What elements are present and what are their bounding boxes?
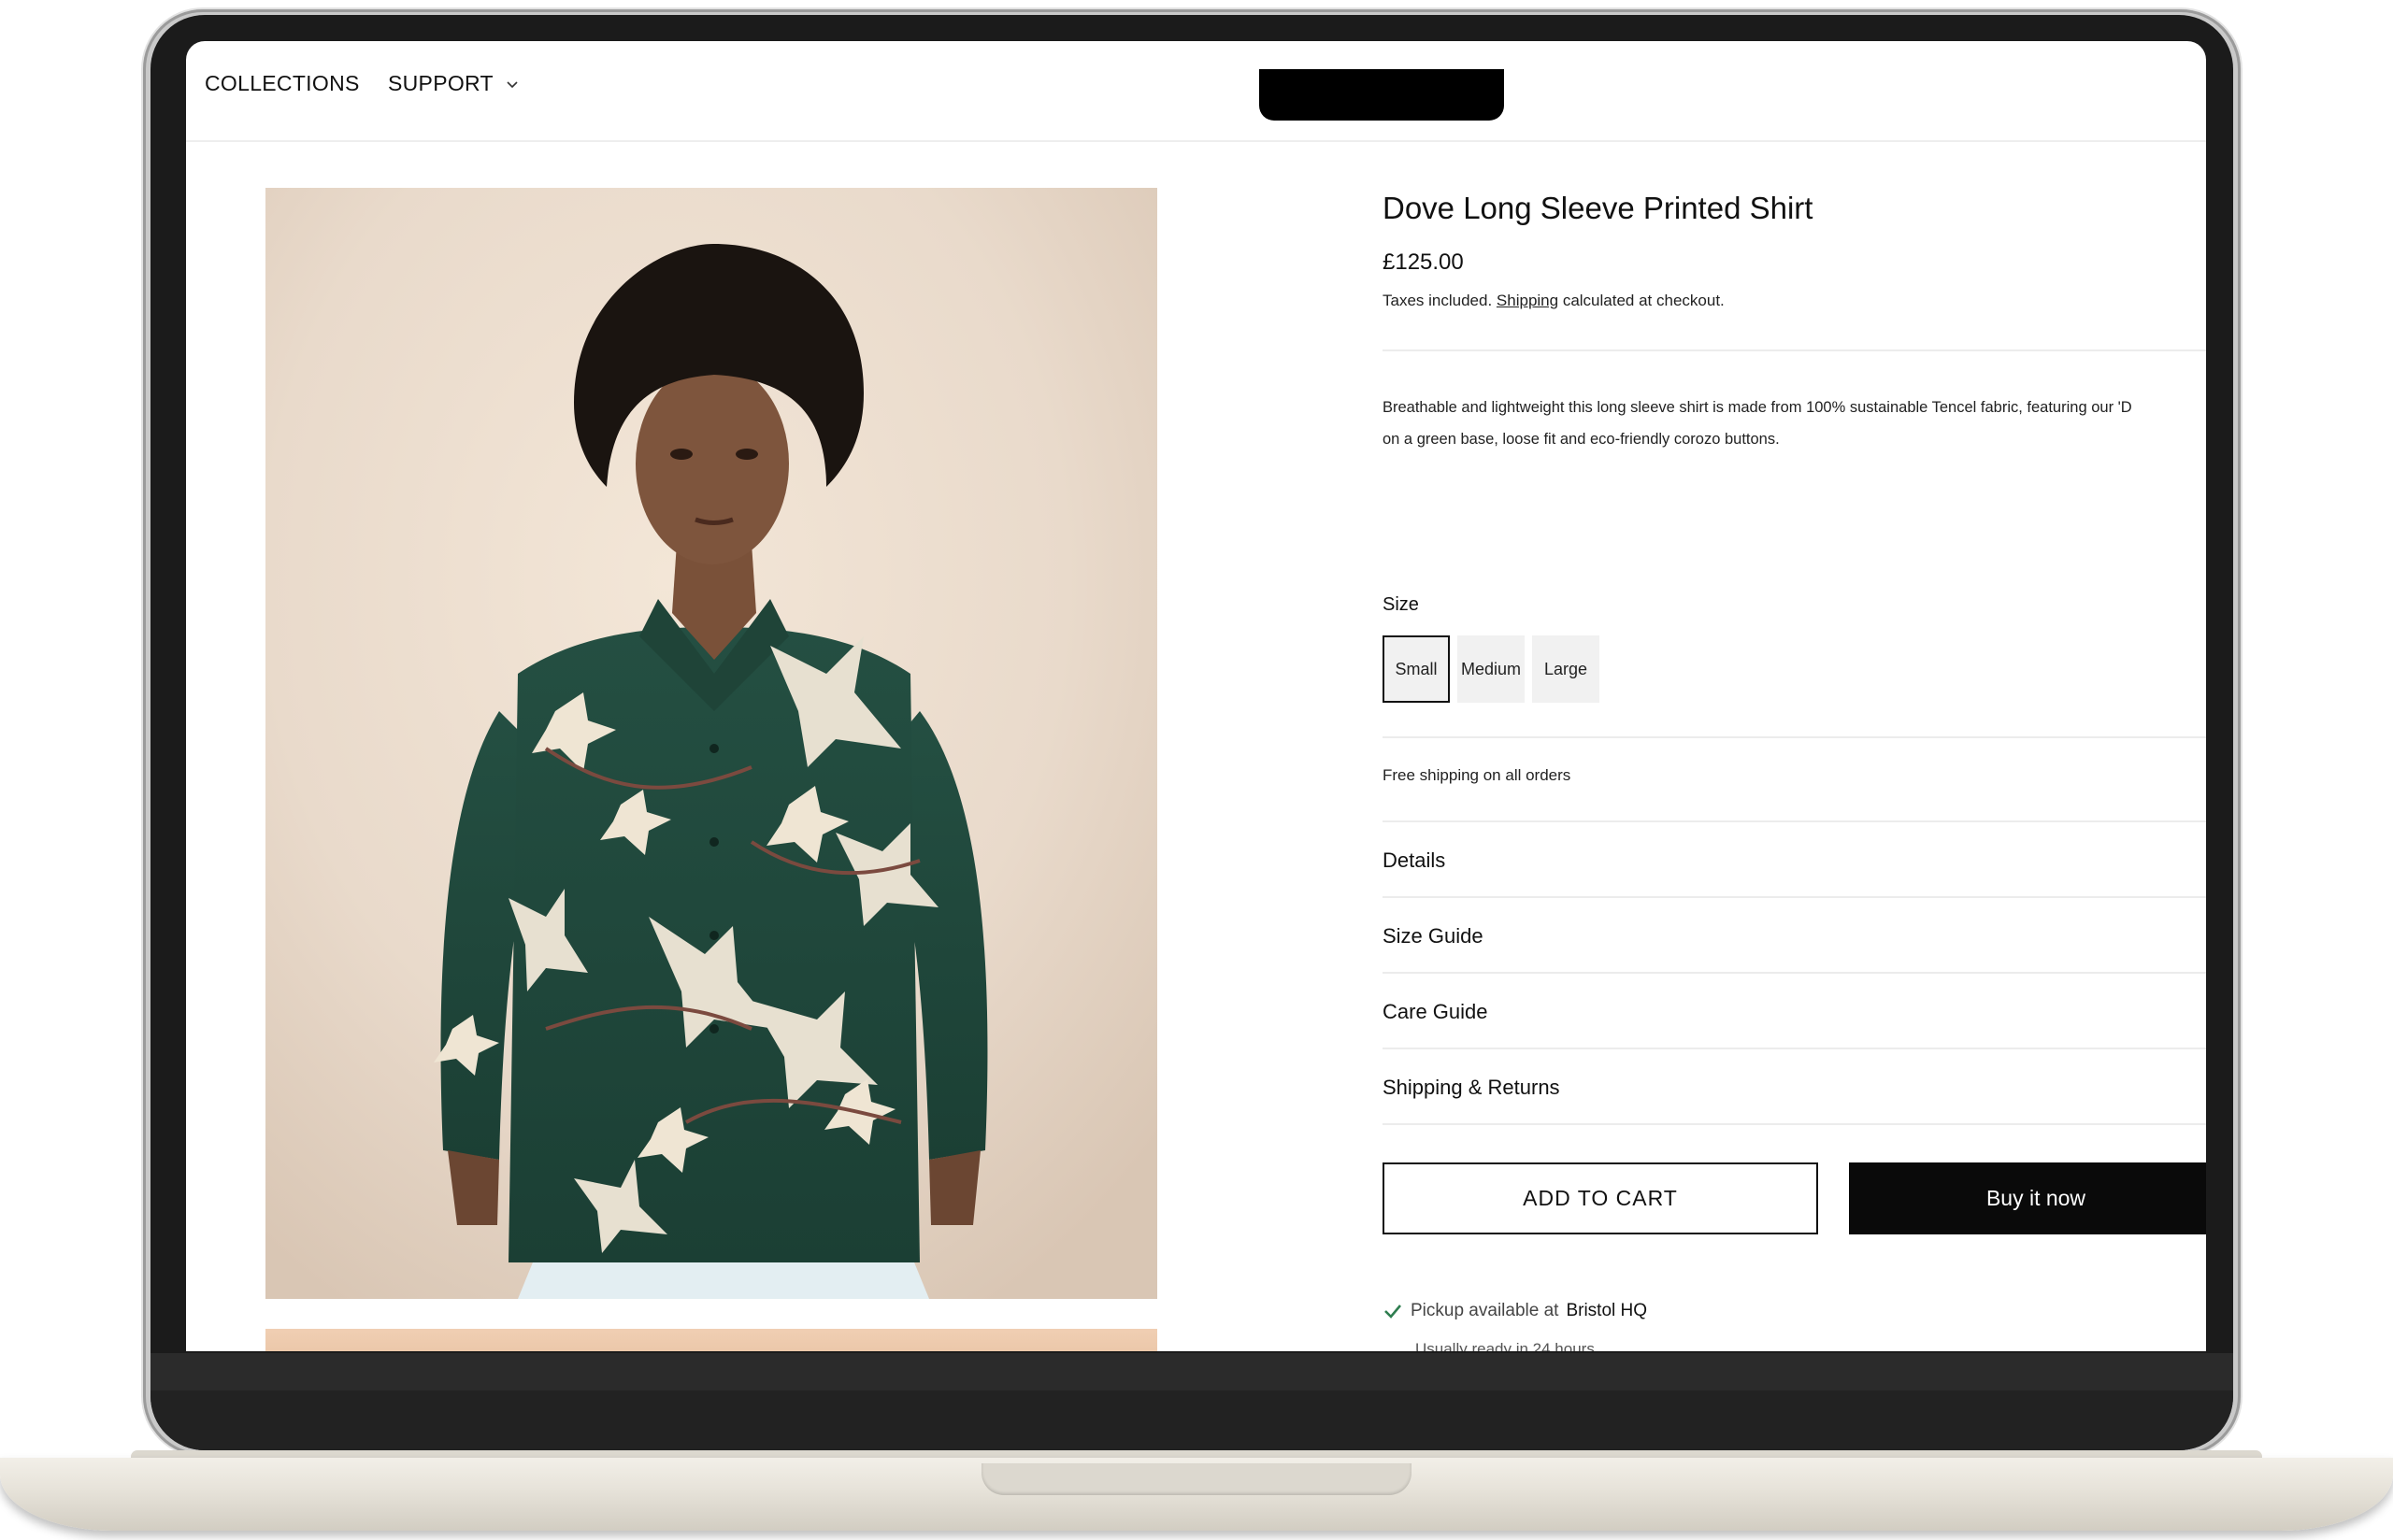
buy-now-button[interactable]: Buy it now [1849, 1162, 2206, 1234]
size-option-small[interactable]: Small [1383, 635, 1450, 703]
description-line-2: on a green base, loose fit and eco-frien… [1383, 431, 1780, 448]
check-icon [1384, 1305, 1401, 1319]
pickup-availability: Pickup available at Bristol HQ [1383, 1301, 1647, 1321]
accordion-size-guide[interactable]: Size Guide [1383, 898, 2206, 974]
free-shipping-note: Free shipping on all orders [1383, 766, 1571, 784]
size-option-large[interactable]: Large [1532, 635, 1599, 703]
pickup-ready-note: Usually ready in 24 hours [1415, 1340, 1595, 1351]
shipping-link[interactable]: Shipping [1497, 292, 1558, 309]
accordion-shipping-returns[interactable]: Shipping & Returns [1383, 1049, 2206, 1125]
add-to-cart-button[interactable]: ADD TO CART [1383, 1162, 1818, 1234]
description-line-1: Breathable and lightweight this long sle… [1383, 399, 2132, 416]
product-image[interactable] [265, 188, 1157, 1299]
camera-notch [1259, 69, 1504, 121]
divider [1383, 349, 2206, 351]
nav-support[interactable]: SUPPORT [388, 71, 520, 96]
pickup-location: Bristol HQ [1566, 1301, 1648, 1320]
pickup-prefix: Pickup available at [1411, 1301, 1559, 1320]
accordion-details[interactable]: Details [1383, 822, 2206, 898]
tax-prefix: Taxes included. [1383, 292, 1493, 309]
laptop-hinge [150, 1353, 2233, 1390]
divider [1383, 736, 2206, 738]
device-mockup: COLLECTIONS SUPPORT Dove Long Sleeve Pri… [0, 0, 2393, 1540]
tax-note: Taxes included. Shipping calculated at c… [1383, 292, 1725, 310]
product-title: Dove Long Sleeve Printed Shirt [1383, 191, 1813, 225]
divider [1383, 1123, 2206, 1125]
product-description: Breathable and lightweight this long sle… [1383, 392, 2206, 455]
site-header: COLLECTIONS SUPPORT [186, 41, 2206, 142]
product-photo-illustration [265, 188, 1157, 1299]
product-image-secondary[interactable] [265, 1329, 1157, 1351]
laptop-thumb-notch [982, 1463, 1411, 1495]
browser-screen: COLLECTIONS SUPPORT Dove Long Sleeve Pri… [186, 41, 2206, 1351]
size-selector: Small Medium Large [1383, 635, 1599, 703]
product-price: £125.00 [1383, 250, 1464, 275]
nav-collections[interactable]: COLLECTIONS [205, 71, 360, 96]
tax-suffix: calculated at checkout. [1562, 292, 1725, 309]
accordion-care-guide[interactable]: Care Guide [1383, 974, 2206, 1049]
size-label: Size [1383, 594, 1419, 615]
chevron-down-icon [507, 80, 518, 88]
nav-support-label: SUPPORT [388, 71, 494, 95]
size-option-medium[interactable]: Medium [1457, 635, 1525, 703]
